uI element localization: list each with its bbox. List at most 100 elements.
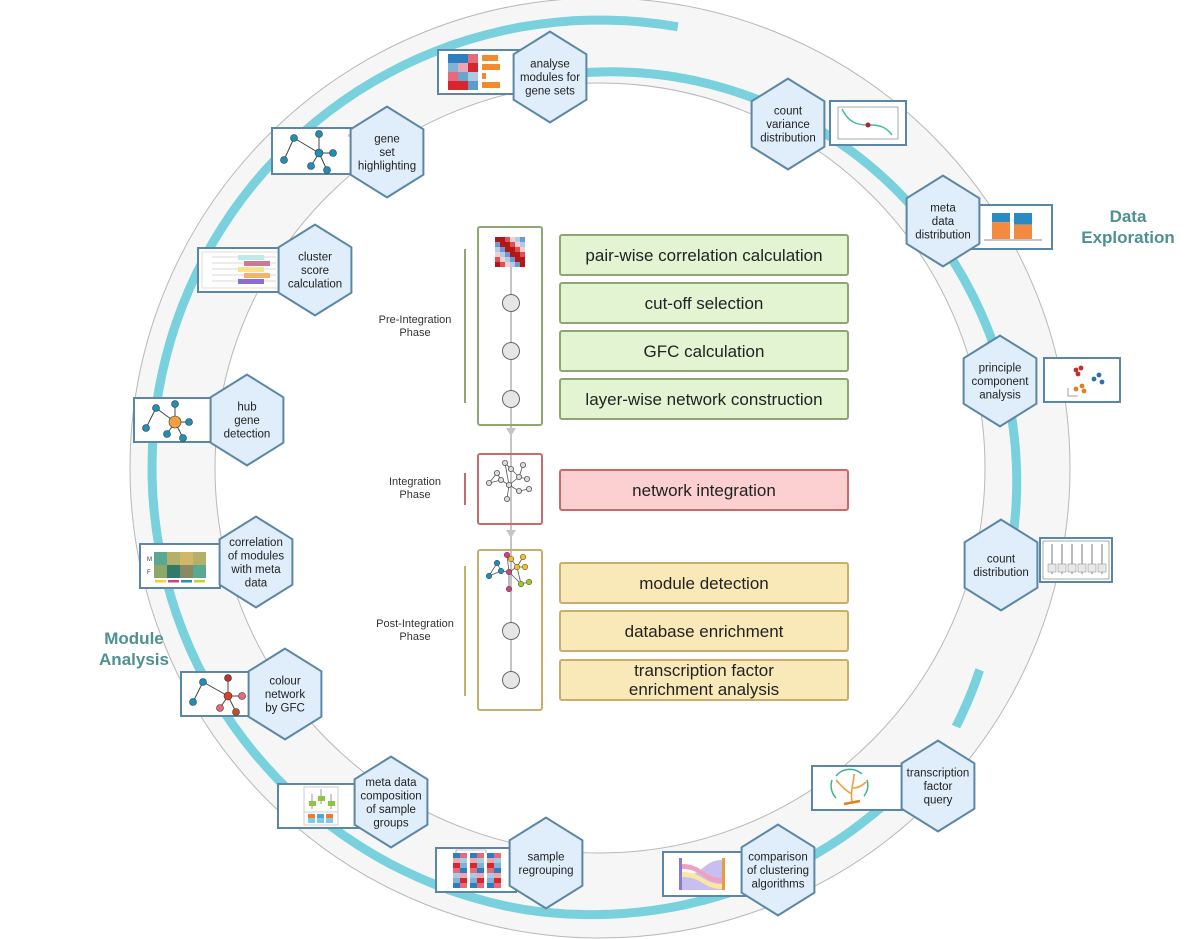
- network-node: [179, 434, 187, 442]
- node-label-line: principle: [979, 363, 1022, 375]
- matrix-cell: [510, 242, 515, 247]
- row-label: F: [147, 570, 151, 576]
- scatter-point: [1096, 372, 1102, 378]
- box: [1067, 563, 1077, 573]
- node-label-line: score: [301, 265, 329, 277]
- step-node-circle: [502, 622, 520, 640]
- node-label-line: factor: [924, 781, 953, 793]
- module-colour-bar: [168, 580, 179, 583]
- matrix-cell: [505, 252, 510, 257]
- node-label-line: variance: [766, 119, 809, 131]
- heatmap-cell: [154, 552, 167, 565]
- step-database-enrichment: database enrichment: [559, 610, 849, 652]
- node-label-line: algorithms: [751, 879, 804, 891]
- heatmap-cell: [460, 883, 467, 888]
- heatmap-cell: [470, 883, 477, 888]
- network-node: [216, 704, 224, 712]
- network-node: [189, 698, 197, 706]
- network-node: [493, 469, 500, 476]
- box: [1047, 563, 1057, 573]
- network-node: [505, 481, 512, 488]
- step-gfc-calculation: GFC calculation: [559, 330, 849, 372]
- heatmap-cell: [460, 863, 467, 868]
- scatter-point: [1079, 383, 1085, 389]
- heatmap-cell: [494, 868, 501, 873]
- node-label-line: correlation: [229, 537, 283, 549]
- heatmap-cell: [453, 858, 460, 863]
- network-node: [280, 156, 288, 164]
- node-label-line: cluster: [298, 252, 332, 264]
- scatter-point: [1075, 371, 1081, 377]
- step-node-circle: [502, 671, 520, 689]
- heatmap-cell: [494, 853, 501, 858]
- heatmap-cell: [487, 858, 494, 863]
- heatmap-cell: [468, 72, 478, 81]
- heatmap-cell: [453, 863, 460, 868]
- node-label-line: gene: [234, 415, 260, 427]
- node-label-line: by GFC: [265, 703, 305, 715]
- step-node-circle: [502, 294, 520, 312]
- node-label-line: query: [924, 795, 953, 807]
- matrix-cell: [510, 262, 515, 267]
- heatmap-cell: [487, 853, 494, 858]
- heatmap-cell: [470, 868, 477, 873]
- heatmap-cell: [470, 878, 477, 883]
- row-label: M: [147, 557, 152, 563]
- arrow-down-icon: [506, 428, 516, 436]
- section-label-data-exploration: Data Exploration: [1081, 207, 1175, 247]
- matrix-cell: [505, 237, 510, 242]
- heatmap-cell: [448, 72, 458, 81]
- heatmap-cell: [487, 883, 494, 888]
- node-label-line: count: [774, 106, 803, 118]
- heatmap-cell: [154, 565, 167, 578]
- network-node: [199, 678, 207, 686]
- matrix-cell: [495, 242, 500, 247]
- node-label-line: meta: [930, 203, 956, 215]
- stack: [317, 818, 324, 823]
- network-node: [501, 460, 508, 466]
- ring-inner-edge: [214, 82, 986, 854]
- box: [1057, 563, 1067, 573]
- network-node: [524, 475, 531, 482]
- heatmap-cell: [477, 853, 484, 858]
- node-label-line: highlighting: [358, 161, 416, 173]
- phase-label-post-integration: Post-Integration Phase: [376, 618, 454, 643]
- icon-frame: [969, 204, 1053, 250]
- heatmap-cell: [458, 54, 468, 63]
- box: [318, 796, 325, 801]
- network-node: [329, 149, 337, 157]
- heatmap-cell: [477, 858, 484, 863]
- node-label-line: with meta: [230, 564, 281, 576]
- node-label-line: transcription: [907, 768, 970, 780]
- matrix-cell: [520, 262, 525, 267]
- network-node: [315, 130, 323, 138]
- node-label-line: data: [932, 216, 955, 228]
- node-label-line: network: [265, 689, 306, 701]
- heatmap-cell: [167, 552, 180, 565]
- matrix-cell: [495, 257, 500, 262]
- network-node: [520, 462, 527, 468]
- network-node: [185, 418, 193, 426]
- heatmap-cell: [453, 873, 460, 878]
- module-node: [485, 572, 493, 580]
- step-node-circle: [502, 342, 520, 360]
- inflection-point: [865, 122, 871, 128]
- heatmap-cell: [180, 552, 193, 565]
- module-network-icon: [485, 551, 533, 593]
- matrix-cell: [500, 242, 505, 247]
- heatmap-cell: [487, 878, 494, 883]
- network-node: [507, 465, 514, 472]
- node-label-line: analysis: [979, 390, 1021, 402]
- heatmap-cell: [477, 863, 484, 868]
- phase-bar-integration: [464, 473, 466, 505]
- node-label-line: comparison: [748, 852, 807, 864]
- network-node: [526, 485, 533, 492]
- step-layerwise-network: layer-wise network construction: [559, 378, 849, 420]
- heatmap-cell: [453, 878, 460, 883]
- node-label-line: of modules: [228, 550, 285, 562]
- module-node: [513, 563, 521, 571]
- hub-node: [223, 691, 233, 701]
- bar: [482, 73, 486, 79]
- module-node: [521, 563, 529, 571]
- matrix-cell: [495, 262, 500, 267]
